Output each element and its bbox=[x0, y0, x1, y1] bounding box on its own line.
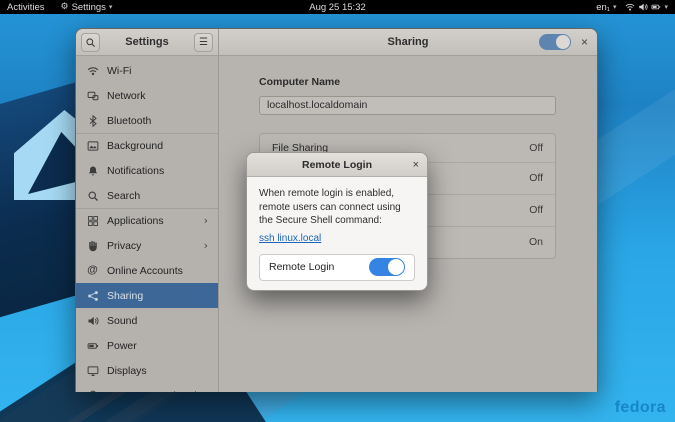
sidebar-item-label: Background bbox=[107, 140, 163, 152]
background-icon bbox=[86, 140, 99, 152]
sidebar-item-bluetooth[interactable]: Bluetooth bbox=[76, 108, 218, 133]
switch-knob bbox=[556, 35, 570, 49]
sidebar-item-wi-fi[interactable]: Wi-Fi bbox=[76, 58, 218, 83]
close-icon[interactable]: × bbox=[413, 153, 419, 176]
online-accounts-icon: @ bbox=[86, 265, 99, 276]
top-bar: Activities ⚙ Settings ▾ Aug 25 15:32 en₁… bbox=[0, 0, 675, 14]
search-icon bbox=[85, 37, 96, 48]
sharing-row-value: Off bbox=[529, 172, 543, 184]
sidebar-item-online-accounts[interactable]: @ Online Accounts bbox=[76, 258, 218, 283]
sidebar-item-displays[interactable]: Displays bbox=[76, 358, 218, 383]
sidebar-item-label: Notifications bbox=[107, 165, 164, 177]
chevron-right-icon: › bbox=[204, 239, 208, 252]
sidebar-item-network[interactable]: Network bbox=[76, 83, 218, 108]
switch-knob bbox=[388, 259, 404, 275]
sidebar-item-search[interactable]: Search bbox=[76, 183, 218, 208]
menu-button[interactable]: ☰ bbox=[194, 33, 213, 52]
sidebar-item-power[interactable]: Power bbox=[76, 333, 218, 358]
dialog-headerbar: Remote Login × bbox=[247, 153, 427, 177]
sidebar-item-label: Displays bbox=[107, 365, 147, 377]
sidebar-item-label: Privacy bbox=[107, 240, 141, 252]
search-button[interactable] bbox=[81, 33, 100, 52]
remote-login-dialog: Remote Login × When remote login is enab… bbox=[246, 152, 428, 291]
applications-icon bbox=[86, 215, 99, 227]
wifi-icon bbox=[86, 65, 99, 77]
sidebar-item-applications[interactable]: Applications › bbox=[76, 208, 218, 233]
sharing-master-switch[interactable] bbox=[539, 34, 571, 50]
dialog-title: Remote Login bbox=[302, 159, 372, 171]
fedora-logo: fedora bbox=[615, 399, 666, 417]
sidebar-item-mouse-touchpad[interactable]: Mouse & Touchpad bbox=[76, 383, 218, 392]
mouse-icon bbox=[86, 390, 99, 393]
sharing-row-value: On bbox=[529, 236, 543, 248]
sound-icon bbox=[86, 315, 99, 327]
window-title: Settings bbox=[100, 36, 194, 48]
remote-login-row: Remote Login bbox=[259, 254, 415, 281]
remote-login-label: Remote Login bbox=[269, 261, 334, 273]
sidebar-item-sound[interactable]: Sound bbox=[76, 308, 218, 333]
sidebar-item-label: Sharing bbox=[107, 290, 143, 302]
sidebar-item-background[interactable]: Background bbox=[76, 133, 218, 158]
ssh-command-link[interactable]: ssh linux.local bbox=[259, 233, 321, 244]
desktop: fedora Activities ⚙ Settings ▾ Aug 25 15… bbox=[0, 0, 675, 422]
search-icon bbox=[86, 190, 99, 202]
displays-icon bbox=[86, 365, 99, 377]
sharing-icon bbox=[86, 290, 99, 302]
sidebar-item-label: Sound bbox=[107, 315, 137, 327]
privacy-icon bbox=[86, 240, 99, 252]
power-icon bbox=[86, 340, 99, 352]
clock-label: Aug 25 15:32 bbox=[309, 2, 366, 13]
hamburger-icon: ☰ bbox=[199, 37, 208, 48]
sidebar-item-privacy[interactable]: Privacy › bbox=[76, 233, 218, 258]
notifications-icon bbox=[86, 165, 99, 177]
computer-name-input[interactable] bbox=[259, 96, 556, 115]
sidebar-item-label: Wi-Fi bbox=[107, 65, 132, 77]
clock[interactable]: Aug 25 15:32 bbox=[309, 0, 366, 14]
sidebar: Wi-Fi Network Bluetooth Background Notificat… bbox=[76, 56, 219, 392]
sharing-row-value: Off bbox=[529, 204, 543, 216]
sidebar-item-label: Online Accounts bbox=[107, 265, 183, 277]
dialog-body: When remote login is enabled, remote use… bbox=[247, 177, 427, 290]
sidebar-item-notifications[interactable]: Notifications bbox=[76, 158, 218, 183]
sidebar-headerbar: Settings ☰ bbox=[76, 29, 219, 56]
remote-login-switch[interactable] bbox=[369, 258, 405, 276]
sidebar-item-label: Mouse & Touchpad bbox=[107, 390, 197, 393]
network-icon bbox=[86, 90, 99, 102]
computer-name-label: Computer Name bbox=[259, 76, 556, 88]
sidebar-item-label: Search bbox=[107, 190, 140, 202]
sidebar-item-sharing[interactable]: Sharing bbox=[76, 283, 218, 308]
chevron-right-icon: › bbox=[204, 214, 208, 227]
sharing-row-value: Off bbox=[529, 142, 543, 154]
close-icon[interactable]: × bbox=[581, 36, 588, 48]
panel-headerbar: Sharing × bbox=[219, 29, 597, 56]
dialog-description: When remote login is enabled, remote use… bbox=[259, 187, 415, 228]
sidebar-item-label: Applications bbox=[107, 215, 164, 227]
sidebar-item-label: Network bbox=[107, 90, 146, 102]
bluetooth-icon bbox=[86, 115, 99, 127]
headerbar: Settings ☰ Sharing × bbox=[76, 29, 597, 56]
sidebar-item-label: Bluetooth bbox=[107, 115, 151, 127]
sidebar-item-label: Power bbox=[107, 340, 137, 352]
